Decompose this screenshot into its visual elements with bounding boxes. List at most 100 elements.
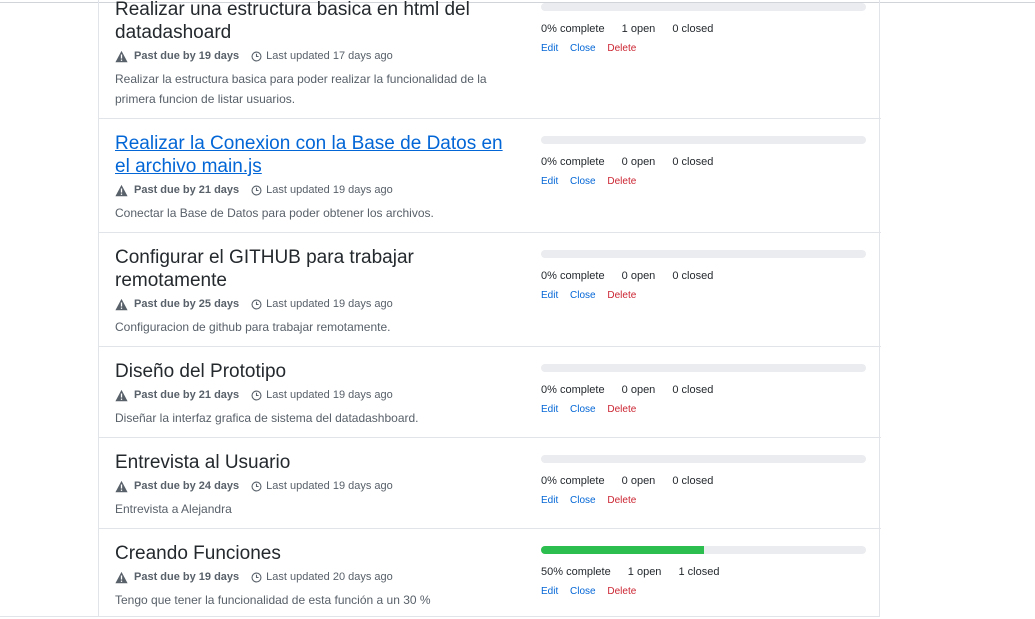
closed-count: 0 closed [672,156,714,168]
milestone-actions: Edit Close Delete [541,290,866,301]
last-updated: Last updated 19 days ago [266,298,393,310]
milestone-item: Realizar la Conexion con la Base de Dato… [99,118,881,232]
complete-percent: 0% complete [541,23,605,35]
alert-icon [115,480,128,492]
last-updated: Last updated 19 days ago [266,480,393,492]
milestone-actions: Edit Close Delete [541,176,866,187]
close-link[interactable]: Close [570,290,596,301]
due-status: Past due by 21 days [134,184,240,196]
close-link[interactable]: Close [570,43,596,54]
milestone-meta: Past due by 24 days Last updated 19 days… [115,478,515,494]
progress-bar [541,546,866,554]
progress-bar [541,364,866,372]
due-status: Past due by 21 days [134,389,240,401]
milestone-meta: Past due by 21 days Last updated 19 days… [115,182,515,198]
progress-bar-fill [541,546,704,554]
milestone-title[interactable]: Realizar la Conexion con la Base de Dato… [115,132,515,178]
due-status: Past due by 24 days [134,480,240,492]
complete-percent: 0% complete [541,156,605,168]
milestone-description: Tengo que tener la funcionalidad de esta… [115,593,431,607]
milestone-actions: Edit Close Delete [541,495,866,506]
milestone-item: Entrevista al Usuario Past due by 24 day… [99,437,881,528]
last-updated: Last updated 20 days ago [266,571,393,583]
edit-link[interactable]: Edit [541,176,558,187]
open-count: 0 open [621,475,656,487]
open-count: 0 open [621,270,656,282]
complete-percent: 0% complete [541,270,605,282]
bottom-divider [0,616,270,617]
milestone-stats: 0% complete 0 open 0 closed [541,384,866,396]
clock-icon [251,571,262,583]
closed-count: 0 closed [672,475,714,487]
progress-bar [541,136,866,144]
edit-link[interactable]: Edit [541,495,558,506]
complete-percent: 0% complete [541,384,605,396]
alert-icon [115,389,128,401]
progress-bar [541,250,866,258]
clock-icon [251,389,262,401]
milestone-stats: 0% complete 0 open 0 closed [541,156,866,168]
open-count: 1 open [627,566,662,578]
milestone-item: Configurar el GITHUB para trabajar remot… [99,232,881,346]
open-count: 0 open [621,384,656,396]
progress-bar [541,3,866,11]
milestone-title[interactable]: Entrevista al Usuario [115,451,515,474]
delete-link[interactable]: Delete [607,404,636,415]
close-link[interactable]: Close [570,176,596,187]
alert-icon [115,571,128,583]
delete-link[interactable]: Delete [607,586,636,597]
milestone-actions: Edit Close Delete [541,586,866,597]
milestone-title[interactable]: Diseño del Prototipo [115,360,515,383]
delete-link[interactable]: Delete [607,176,636,187]
milestone-item: Creando Funciones Past due by 19 days La… [99,528,881,617]
last-updated: Last updated 17 days ago [266,50,393,62]
clock-icon [251,184,262,196]
milestone-title[interactable]: Configurar el GITHUB para trabajar remot… [115,246,515,292]
clock-icon [251,50,262,62]
milestone-item: Diseño del Prototipo Past due by 21 days… [99,346,881,437]
due-status: Past due by 19 days [134,50,240,62]
last-updated: Last updated 19 days ago [266,389,393,401]
last-updated: Last updated 19 days ago [266,184,393,196]
complete-percent: 0% complete [541,475,605,487]
edit-link[interactable]: Edit [541,586,558,597]
clock-icon [251,298,262,310]
milestone-item: Realizar una estructura basica en html d… [99,0,881,118]
milestone-description: Realizar la estructura basica para poder… [115,72,487,106]
closed-count: 0 closed [672,384,714,396]
milestone-description: Conectar la Base de Datos para poder obt… [115,206,434,220]
milestone-description: Diseñar la interfaz grafica de sistema d… [115,411,419,425]
close-link[interactable]: Close [570,404,596,415]
closed-count: 1 closed [678,566,720,578]
due-status: Past due by 25 days [134,298,240,310]
delete-link[interactable]: Delete [607,495,636,506]
delete-link[interactable]: Delete [607,43,636,54]
clock-icon [251,480,262,492]
closed-count: 0 closed [672,270,714,282]
milestones-list: Realizar una estructura basica en html d… [98,0,881,617]
progress-bar [541,455,866,463]
milestone-title[interactable]: Creando Funciones [115,542,515,565]
milestone-meta: Past due by 25 days Last updated 19 days… [115,296,515,312]
delete-link[interactable]: Delete [607,290,636,301]
edit-link[interactable]: Edit [541,404,558,415]
alert-icon [115,298,128,310]
milestone-description: Entrevista a Alejandra [115,502,232,516]
milestone-meta: Past due by 19 days Last updated 20 days… [115,569,515,585]
milestone-meta: Past due by 19 days Last updated 17 days… [115,48,515,64]
milestone-stats: 50% complete 1 open 1 closed [541,566,866,578]
open-count: 1 open [621,23,656,35]
complete-percent: 50% complete [541,566,611,578]
milestone-stats: 0% complete 0 open 0 closed [541,270,866,282]
close-link[interactable]: Close [570,495,596,506]
edit-link[interactable]: Edit [541,43,558,54]
open-count: 0 open [621,156,656,168]
close-link[interactable]: Close [570,586,596,597]
alert-icon [115,50,128,62]
closed-count: 0 closed [672,23,714,35]
alert-icon [115,184,128,196]
milestone-actions: Edit Close Delete [541,404,866,415]
milestone-title[interactable]: Realizar una estructura basica en html d… [115,0,515,44]
edit-link[interactable]: Edit [541,290,558,301]
milestone-stats: 0% complete 0 open 0 closed [541,475,866,487]
